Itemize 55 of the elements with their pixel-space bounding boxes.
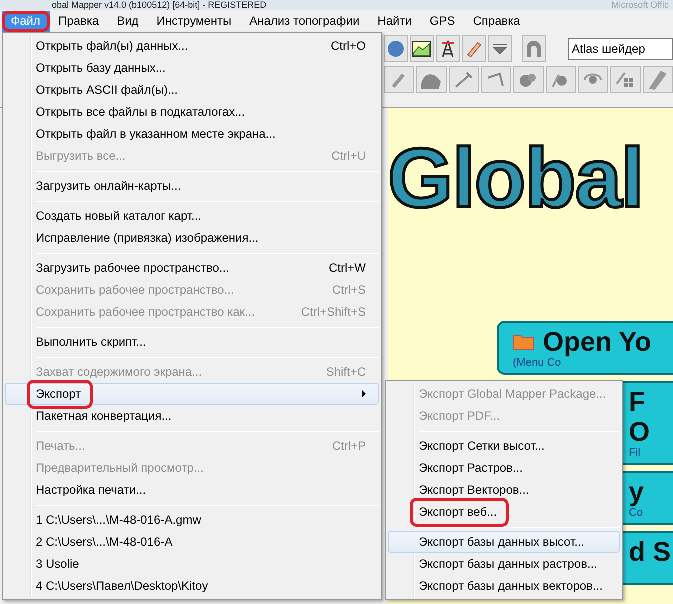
- menu-item[interactable]: Пакетная конвертация...: [5, 405, 379, 427]
- shader-dropdown[interactable]: Atlas шейдер: [568, 38, 673, 60]
- menu-bar-item[interactable]: Найти: [368, 10, 421, 32]
- shortcut-label: Shift+C: [326, 364, 366, 381]
- menu-item[interactable]: Исправление (привязка) изображения...: [5, 227, 379, 249]
- menu-bar-item[interactable]: Анализ топографии: [240, 10, 369, 32]
- menu-item[interactable]: Экспорт Сетки высот...: [388, 435, 620, 457]
- shortcut-label: Ctrl+U: [332, 148, 366, 165]
- menu-bar-item[interactable]: Справка: [464, 10, 530, 32]
- menu-item[interactable]: Открыть файл(ы) данных... Ctrl+O: [5, 35, 379, 57]
- chart-icon: [411, 38, 433, 58]
- start-page-button[interactable]: Open Yo (Menu Co: [497, 321, 673, 375]
- menu-item[interactable]: Экспорт базы данных векторов...: [388, 575, 620, 597]
- menu-item[interactable]: Открыть все файлы в подкаталогах...: [5, 101, 379, 123]
- button-text: (Menu Co: [513, 357, 562, 369]
- button-text: d S: [629, 537, 672, 567]
- menu-item[interactable]: Загрузить рабочее пространство... Ctrl+W: [5, 257, 379, 279]
- menu-item[interactable]: Экспорт базы данных растров...: [388, 553, 620, 575]
- menu-item[interactable]: Экспорт Векторов...: [388, 479, 620, 501]
- menu-item[interactable]: 4 C:\Users\Павел\Desktop\Kitoy: [5, 575, 379, 597]
- button-text: F: [629, 387, 646, 417]
- background-window-title: Microsoft Offic: [612, 0, 669, 10]
- button-text: Open Yo: [543, 327, 652, 357]
- menu-item[interactable]: Открыть ASCII файл(ы)...: [5, 79, 379, 101]
- menu-item[interactable]: 1 C:\Users\...\M-48-016-A.gmw: [5, 509, 379, 531]
- drawing-tool-icon: [452, 70, 475, 90]
- button-text: y: [629, 477, 646, 507]
- toolbar-button[interactable]: [410, 35, 434, 62]
- menu-item[interactable]: Создать новый каталог карт...: [5, 205, 379, 227]
- menu-bar-item[interactable]: GPS: [420, 10, 464, 32]
- menu-bar-item[interactable]: Вид: [108, 10, 148, 32]
- logo-text: Global: [388, 130, 644, 226]
- drawing-tool-icon: [646, 70, 669, 90]
- button-text: O: [629, 417, 652, 447]
- menu-item[interactable]: Открыть базу данных...: [5, 57, 379, 79]
- window-title: obal Mapper v14.0 (b100512) [64-bit] - REGISTERED: [52, 0, 267, 10]
- menu-bar-item[interactable]: Инструменты: [148, 10, 241, 32]
- shortcut-label: Ctrl+W: [329, 260, 366, 277]
- submenu-arrow-icon: [362, 390, 366, 398]
- menu-item[interactable]: Загрузить онлайн-карты...: [5, 175, 379, 197]
- menu-item[interactable]: Настройка печати...: [5, 479, 379, 501]
- shortcut-label: Ctrl+Shift+S: [301, 304, 366, 321]
- menu-bar-item[interactable]: Правка: [50, 10, 108, 32]
- toolbar-button[interactable]: [436, 35, 460, 62]
- menu-item[interactable]: Выполнить скрипт...: [5, 331, 379, 353]
- menu-item[interactable]: Экспорт Растров...: [388, 457, 620, 479]
- shortcut-label: Ctrl+S: [332, 282, 366, 299]
- button-text: Co: [629, 507, 644, 519]
- shortcut-label: Ctrl+O: [330, 38, 366, 55]
- menu-item[interactable]: Экспорт базы данных высот...: [388, 531, 620, 553]
- button-text: Fil: [629, 447, 642, 459]
- menu-item[interactable]: 2 C:\Users\...\M-48-016-A: [5, 531, 379, 553]
- menu-item[interactable]: 3 Usolie: [5, 553, 379, 575]
- menu-item[interactable]: Открыть файл в указанном месте экрана...: [5, 123, 379, 145]
- shortcut-label: Ctrl+P: [332, 438, 366, 455]
